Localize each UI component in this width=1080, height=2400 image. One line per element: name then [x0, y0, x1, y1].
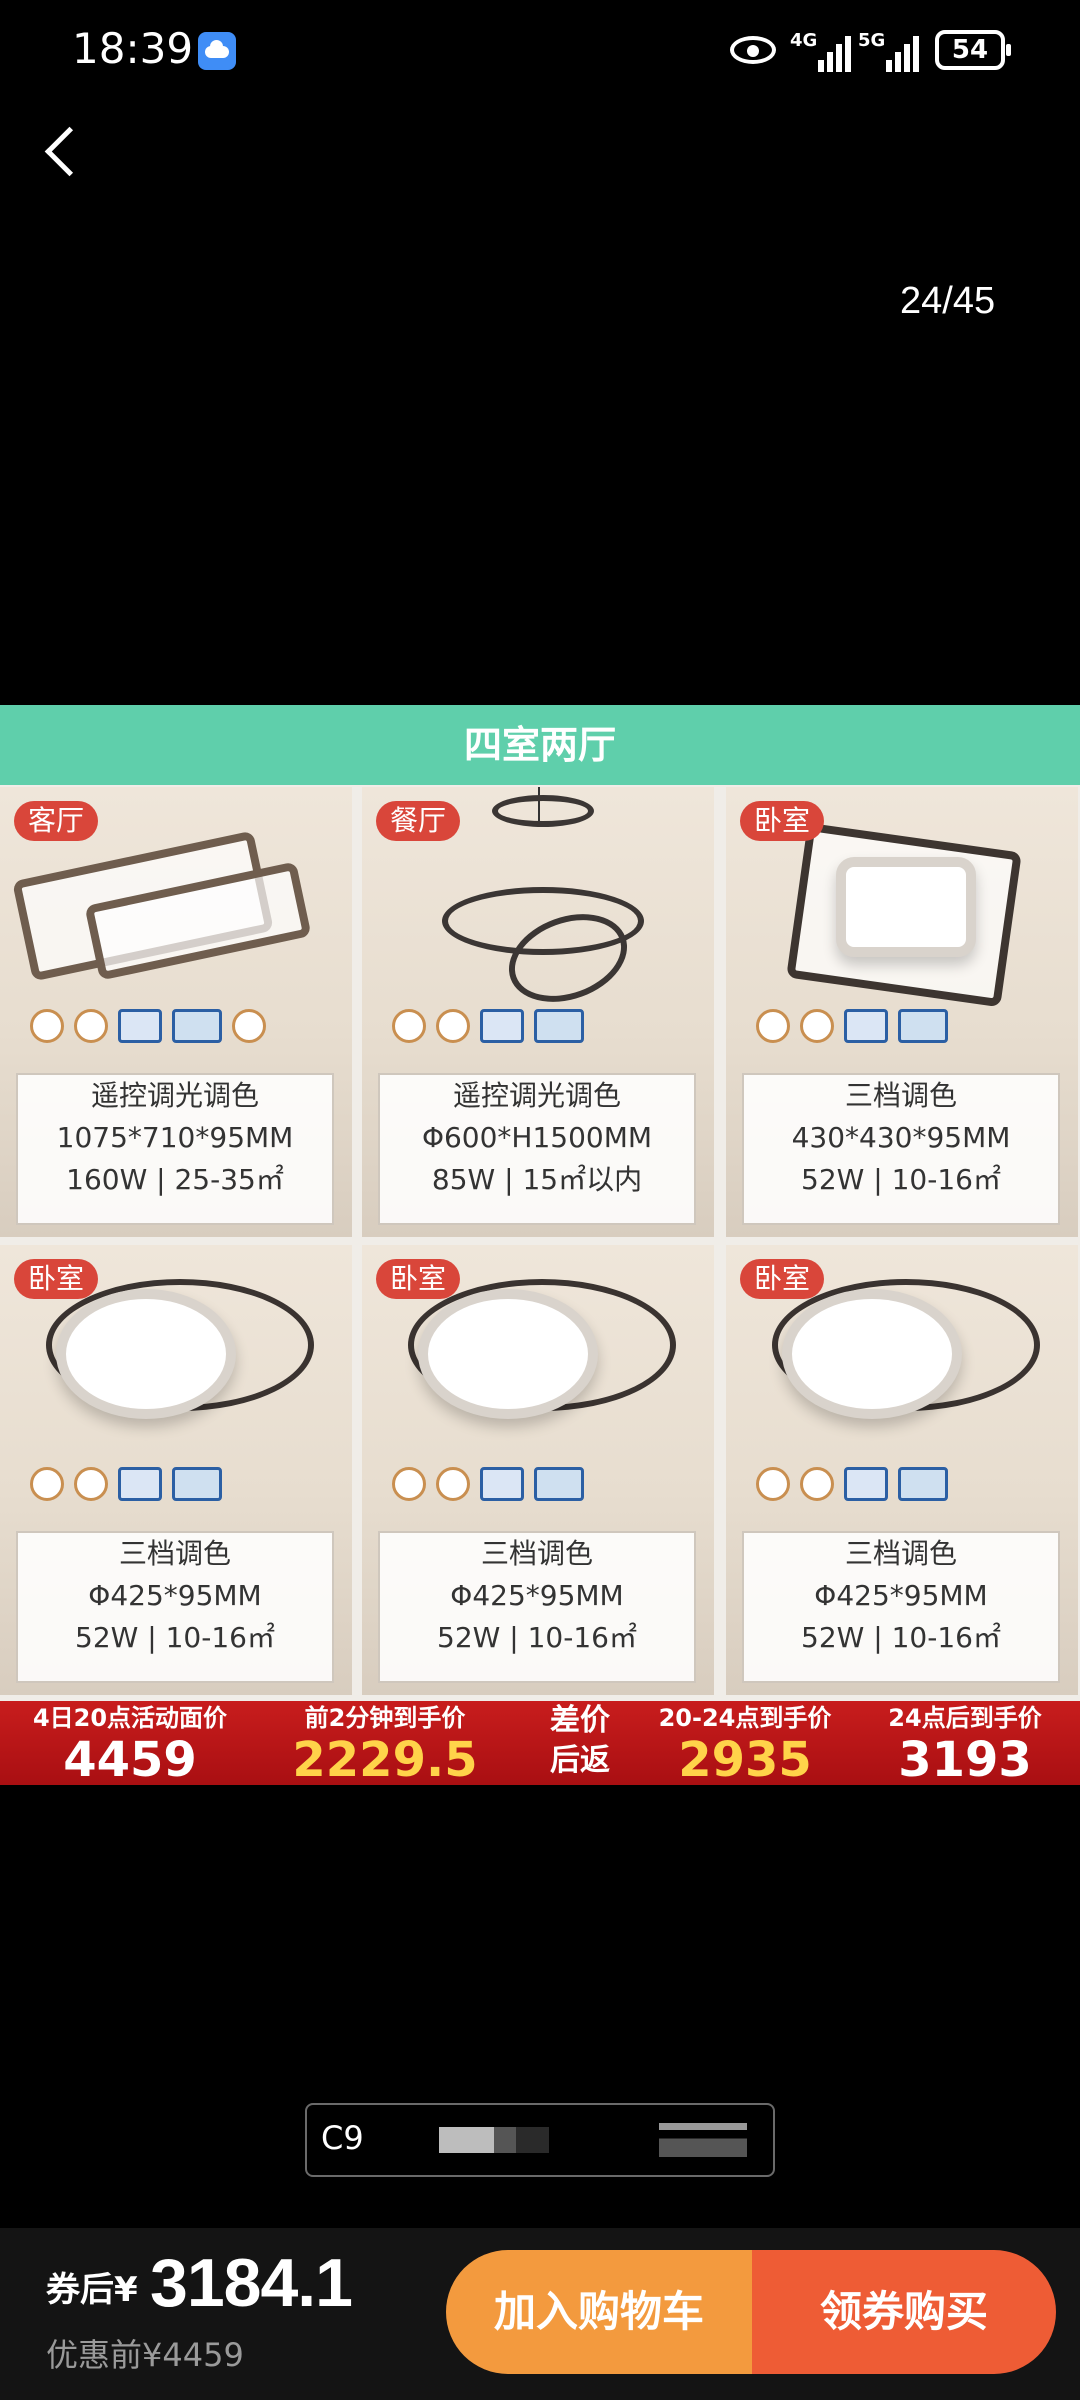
price-value: 2935	[678, 1732, 812, 1785]
room-tag: 客厅	[14, 801, 99, 841]
spec-line: Φ425*95MM	[450, 1579, 624, 1612]
spec-box: 遥控调光调色 1075*710*95MM 160W | 25-35㎡	[16, 1073, 334, 1225]
price-col-activity: 4日20点活动面价 4459	[0, 1701, 260, 1785]
band-title: 四室两厅	[463, 723, 616, 767]
price-value: 3193	[898, 1732, 1032, 1785]
spec-box: 三档调色 Φ425*95MM 52W | 10-16㎡	[16, 1531, 334, 1683]
spec-line: 三档调色	[118, 1537, 231, 1570]
signal-4g-icon: 4G	[790, 30, 854, 72]
price-caption: 24点后到手价	[888, 1704, 1042, 1732]
spec-box: 三档调色 430*430*95MM 52W | 10-16㎡	[742, 1073, 1060, 1225]
spec-box: 三档调色 Φ425*95MM 52W | 10-16㎡	[378, 1531, 696, 1683]
cert-icons	[392, 1467, 682, 1507]
spec-line: 52W | 10-16㎡	[75, 1621, 275, 1654]
spec-line: Φ600*H1500MM	[421, 1121, 653, 1154]
lamp-tile: 卧室 三档调色 Φ425*95MM 52W | 10-16㎡	[0, 1245, 352, 1695]
room-tag: 卧室	[740, 1259, 825, 1299]
spec-line: 85W | 15㎡以内	[431, 1163, 643, 1196]
spec-line: 52W | 10-16㎡	[801, 1621, 1001, 1654]
variant-thumbnail	[439, 2127, 549, 2153]
lamp-picture	[782, 1289, 962, 1419]
spec-line: 三档调色	[844, 1079, 957, 1112]
room-tag: 卧室	[376, 1259, 461, 1299]
spec-line: 52W | 10-16㎡	[801, 1163, 1001, 1196]
spec-line: 160W | 25-35㎡	[66, 1163, 284, 1196]
after-coupon-label: 券后¥	[46, 2270, 138, 2310]
room-tag: 餐厅	[376, 801, 461, 841]
signal-5g-icon: 5G	[858, 30, 922, 72]
variant-code: C9	[321, 2119, 364, 2157]
variant-selector[interactable]: C9	[305, 2103, 775, 2177]
battery-icon: 54	[935, 30, 1011, 70]
lamp-center	[836, 857, 976, 957]
title-band: 四室两厅	[0, 705, 1080, 785]
price-caption: 4日20点活动面价	[32, 1704, 228, 1732]
lamp-tile: 卧室 三档调色 Φ425*95MM 52W | 10-16㎡	[726, 1245, 1078, 1695]
original-price: 优惠前¥4459	[46, 2336, 244, 2374]
cert-icons	[30, 1467, 320, 1507]
cloud-icon	[198, 32, 236, 70]
lamp-picture	[418, 1289, 598, 1419]
lamp-tile: 客厅 遥控调光调色 1075*710*95MM 160W | 25-35㎡	[0, 787, 352, 1237]
cert-icons	[392, 1009, 682, 1049]
price-col-20-24: 20-24点到手价 2935	[640, 1701, 850, 1785]
spec-box: 三档调色 Φ425*95MM 52W | 10-16㎡	[742, 1531, 1060, 1683]
add-to-cart-button[interactable]: 加入购物车	[446, 2250, 752, 2374]
spec-line: 52W | 10-16㎡	[437, 1621, 637, 1654]
price-value: 2229.5	[292, 1732, 478, 1785]
image-page-counter: 24/45	[900, 280, 996, 322]
price-col-after24: 24点后到手价 3193	[860, 1701, 1070, 1785]
cert-icons	[30, 1009, 320, 1049]
variant-thumbnail	[659, 2123, 747, 2157]
eye-icon	[730, 36, 776, 64]
room-tag: 卧室	[740, 801, 825, 841]
coupon-buy-button[interactable]: 领券购买	[752, 2250, 1056, 2374]
price-caption: 前2分钟到手价	[304, 1704, 466, 1732]
price-caption: 差价	[550, 1703, 610, 1738]
price-col-first2min: 前2分钟到手价 2229.5	[270, 1701, 500, 1785]
spec-line: 1075*710*95MM	[56, 1121, 294, 1154]
status-bar: 18:39 4G 5G 54	[0, 0, 1080, 100]
after-coupon-price: 3184.1	[150, 2245, 353, 2321]
cert-icons	[756, 1009, 1046, 1049]
battery-level: 54	[951, 35, 989, 65]
lamp-picture	[56, 1289, 236, 1419]
price-caption: 20-24点到手价	[658, 1704, 832, 1732]
price-strip: 4日20点活动面价 4459 前2分钟到手价 2229.5 差价 后返 20-2…	[0, 1701, 1080, 1785]
price-caption: 后返	[550, 1743, 610, 1778]
spec-line: Φ425*95MM	[814, 1579, 988, 1612]
spec-line: Φ425*95MM	[88, 1579, 262, 1612]
lamp-canopy	[492, 795, 594, 827]
spec-line: 遥控调光调色	[90, 1079, 259, 1112]
spec-line: 遥控调光调色	[452, 1079, 621, 1112]
status-time: 18:39	[72, 24, 194, 73]
product-image[interactable]: 四室两厅 客厅 遥控调光调色 1075*710*95MM 160W | 25-3…	[0, 705, 1080, 1785]
spec-line: 三档调色	[844, 1537, 957, 1570]
room-tag: 卧室	[14, 1259, 99, 1299]
spec-box: 遥控调光调色 Φ600*H1500MM 85W | 15㎡以内	[378, 1073, 696, 1225]
price-value: 4459	[63, 1732, 197, 1785]
cert-icons	[756, 1467, 1046, 1507]
back-arrow-icon[interactable]	[44, 126, 95, 177]
spec-line: 三档调色	[480, 1537, 593, 1570]
lamp-tile: 餐厅 遥控调光调色 Φ600*H1500MM 85W | 15㎡以内	[362, 787, 714, 1237]
lamp-tile: 卧室 三档调色 430*430*95MM 52W | 10-16㎡	[726, 787, 1078, 1237]
spec-line: 430*430*95MM	[791, 1121, 1011, 1154]
lamp-tile: 卧室 三档调色 Φ425*95MM 52W | 10-16㎡	[362, 1245, 714, 1695]
price-col-rebate: 差价 后返	[530, 1701, 630, 1785]
